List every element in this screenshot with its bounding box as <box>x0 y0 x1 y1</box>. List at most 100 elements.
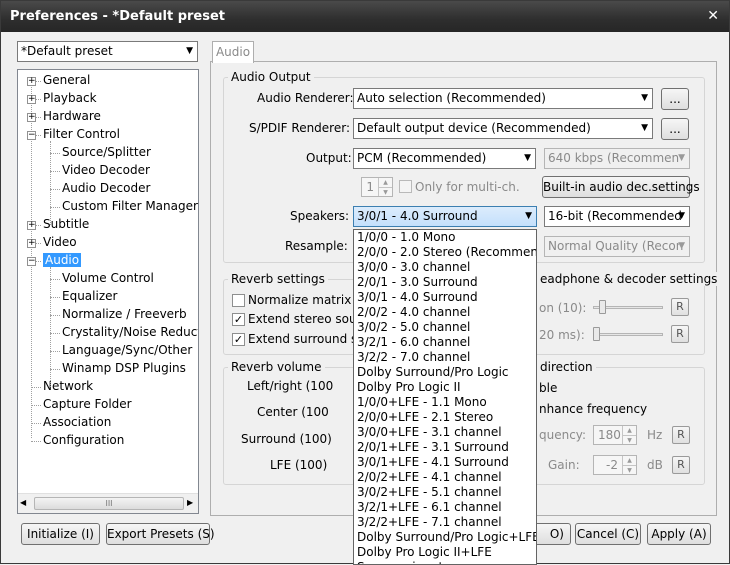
headphone-reset-2-button[interactable]: R <box>671 325 689 343</box>
tree-item-audio-decoder[interactable]: Audio Decoder <box>62 181 150 195</box>
tree-item-crystality-noise-reductic[interactable]: Crystality/Noise Reductic <box>62 325 198 339</box>
headphone-slider-2-thumb[interactable] <box>593 327 600 341</box>
tree-item-hardware[interactable]: Hardware <box>43 109 101 123</box>
close-icon[interactable]: ✕ <box>707 8 719 24</box>
speakers-option[interactable]: 1/0/0 - 1.0 Mono <box>354 230 536 245</box>
initialize-button[interactable]: Initialize (I) <box>21 523 100 545</box>
speakers-option[interactable]: 3/2/1+LFE - 6.1 channel <box>354 500 536 515</box>
tree-item-custom-filter-manager[interactable]: Custom Filter Manager <box>62 199 198 213</box>
spdif-renderer-more-button[interactable]: ... <box>661 118 689 140</box>
preferences-tree[interactable]: + General + Playback + Hardware − Filter Contro… <box>17 69 199 514</box>
tree-item-audio[interactable]: Audio <box>43 253 82 267</box>
speakers-option[interactable]: Same as input <box>354 560 536 564</box>
tree-horizontal-scrollbar[interactable]: ◀ III ▶ <box>18 493 198 513</box>
audio-renderer-combo[interactable]: Auto selection (Recommended) ▼ <box>353 88 653 109</box>
spin-down-icon[interactable]: ▼ <box>622 465 636 474</box>
headphone-settings-title: eadphone & decoder settings <box>537 272 721 286</box>
speakers-option[interactable]: 3/2/1 - 6.0 channel <box>354 335 536 350</box>
tree-item-volume-control[interactable]: Volume Control <box>62 271 154 285</box>
extend-surround-checkbox[interactable]: ✓ <box>232 333 245 346</box>
spin-down-icon[interactable]: ▼ <box>378 187 392 196</box>
speakers-option[interactable]: 2/0/2 - 4.0 channel <box>354 305 536 320</box>
tree-item-association[interactable]: Association <box>43 415 111 429</box>
tree-item-normalize-freeverb[interactable]: Normalize / Freeverb <box>62 307 187 321</box>
expand-icon[interactable]: + <box>27 113 36 122</box>
multich-checkbox[interactable] <box>399 180 412 193</box>
chevron-down-icon: ▼ <box>678 211 685 221</box>
collapse-icon[interactable]: − <box>27 257 36 266</box>
tree-item-configuration[interactable]: Configuration <box>43 433 124 447</box>
tree-item-equalizer[interactable]: Equalizer <box>62 289 117 303</box>
scroll-thumb[interactable]: III <box>34 497 184 510</box>
gain-reset-button[interactable]: R <box>672 456 690 474</box>
preset-combo[interactable]: *Default preset ▼ <box>17 41 198 62</box>
speakers-option[interactable]: 3/0/2+LFE - 5.1 channel <box>354 485 536 500</box>
gain-spinner[interactable]: -2 ▲ ▼ <box>593 455 637 475</box>
expand-icon[interactable]: + <box>27 221 36 230</box>
tree-item-video[interactable]: Video <box>43 235 77 249</box>
scroll-right-icon[interactable]: ▶ <box>187 498 193 507</box>
speakers-option[interactable]: 3/0/1+LFE - 4.1 Surround <box>354 455 536 470</box>
audio-renderer-label: Audio Renderer: <box>257 91 354 105</box>
speakers-option[interactable]: 3/0/0 - 3.0 channel <box>354 260 536 275</box>
speakers-option[interactable]: Dolby Pro Logic II <box>354 380 536 395</box>
headphone-slider-2[interactable] <box>593 333 663 336</box>
export-presets-button[interactable]: Export Presets (S) <box>106 523 215 545</box>
output-value: PCM (Recommended) <box>357 151 487 165</box>
tree-item-source-splitter[interactable]: Source/Splitter <box>62 145 151 159</box>
speakers-option[interactable]: 3/0/1 - 4.0 Surround <box>354 290 536 305</box>
title-bar[interactable]: Preferences - *Default preset ✕ <box>1 1 729 32</box>
channels-spinner[interactable]: 1 ▲ ▼ <box>361 177 393 197</box>
speakers-option[interactable]: Dolby Surround/Pro Logic+LFE <box>354 530 536 545</box>
bitrate-combo[interactable]: 640 kbps (Recommen ▼ <box>544 148 690 169</box>
expand-icon[interactable]: + <box>27 239 36 248</box>
frequency-reset-button[interactable]: R <box>672 426 690 444</box>
tree-item-winamp-dsp-plugins[interactable]: Winamp DSP Plugins <box>62 361 186 375</box>
speakers-option[interactable]: 3/0/0+LFE - 3.1 channel <box>354 425 536 440</box>
speakers-option[interactable]: 3/0/2 - 5.0 channel <box>354 320 536 335</box>
speakers-option[interactable]: 2/0/1+LFE - 3.1 Surround <box>354 440 536 455</box>
audio-renderer-more-button[interactable]: ... <box>661 88 689 110</box>
expand-icon[interactable]: + <box>27 77 36 86</box>
tree-item-language-sync-other[interactable]: Language/Sync/Other <box>62 343 192 357</box>
normalize-matrix-checkbox[interactable] <box>232 294 245 307</box>
speakers-option[interactable]: 2/0/0+LFE - 2.1 Stereo <box>354 410 536 425</box>
tree-item-playback[interactable]: Playback <box>43 91 97 105</box>
speakers-option[interactable]: 3/2/2 - 7.0 channel <box>354 350 536 365</box>
scroll-left-icon[interactable]: ◀ <box>20 498 26 507</box>
builtin-audio-settings-button[interactable]: Built-in audio dec.settings <box>542 176 700 198</box>
chevron-down-icon: ▼ <box>678 153 685 163</box>
speakers-option[interactable]: 2/0/2+LFE - 4.1 channel <box>354 470 536 485</box>
tree-item-capture-folder[interactable]: Capture Folder <box>43 397 132 411</box>
speakers-option[interactable]: 2/0/1 - 3.0 Surround <box>354 275 536 290</box>
spin-down-icon[interactable]: ▼ <box>622 435 636 444</box>
tree-branch-line <box>50 351 60 352</box>
tab-audio[interactable]: Audio <box>212 41 254 63</box>
tree-item-general[interactable]: General <box>43 73 90 87</box>
extend-stereo-checkbox[interactable]: ✓ <box>232 313 245 326</box>
tree-item-filter-control[interactable]: Filter Control <box>43 127 120 141</box>
spdif-renderer-combo[interactable]: Default output device (Recommended) ▼ <box>353 118 653 139</box>
output-combo[interactable]: PCM (Recommended) ▼ <box>353 148 536 169</box>
expand-icon[interactable]: + <box>27 95 36 104</box>
speakers-option[interactable]: Dolby Surround/Pro Logic <box>354 365 536 380</box>
headphone-slider-1-thumb[interactable] <box>599 300 606 314</box>
speakers-option[interactable]: Dolby Pro Logic II+LFE <box>354 545 536 560</box>
apply-button[interactable]: Apply (A) <box>647 523 711 545</box>
speakers-dropdown-list[interactable]: 1/0/0 - 1.0 Mono 2/0/0 - 2.0 Stereo (Reco… <box>353 229 537 565</box>
speakers-option[interactable]: 1/0/0+LFE - 1.1 Mono <box>354 395 536 410</box>
resample-quality-combo[interactable]: Normal Quality (Recon ▼ <box>544 236 690 257</box>
speakers-option[interactable]: 3/2/2+LFE - 7.1 channel <box>354 515 536 530</box>
spin-up-icon[interactable]: ▲ <box>622 456 636 465</box>
headphone-reset-1-button[interactable]: R <box>671 298 689 316</box>
bit-depth-combo[interactable]: 16-bit (Recommended ▼ <box>544 206 690 227</box>
frequency-spinner[interactable]: 180 ▲ ▼ <box>593 425 637 445</box>
tree-item-video-decoder[interactable]: Video Decoder <box>62 163 150 177</box>
spin-up-icon[interactable]: ▲ <box>378 178 392 187</box>
bitrate-value: 640 kbps (Recommen <box>548 151 680 165</box>
collapse-icon[interactable]: − <box>27 131 36 140</box>
speakers-option[interactable]: 2/0/0 - 2.0 Stereo (Recommende <box>354 245 536 260</box>
speakers-combo[interactable]: 3/0/1 - 4.0 Surround ▼ <box>353 206 537 227</box>
cancel-button[interactable]: Cancel (C) <box>575 523 641 545</box>
spin-up-icon[interactable]: ▲ <box>622 426 636 435</box>
